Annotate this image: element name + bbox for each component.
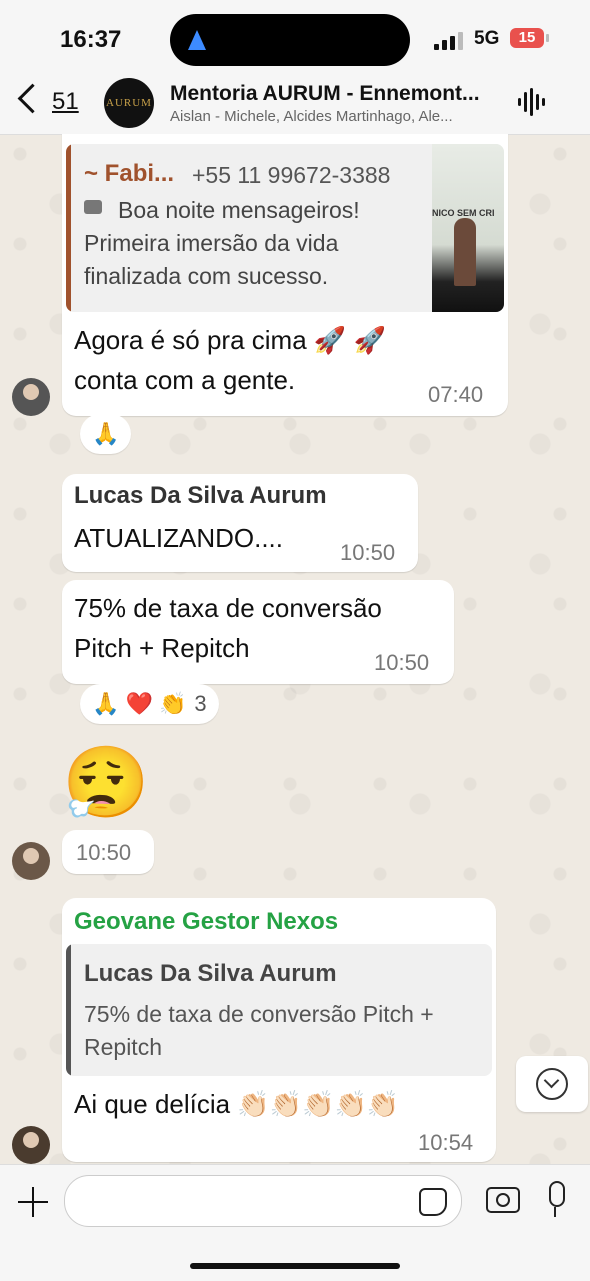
message-time: 10:50 — [76, 840, 132, 865]
message-sender: Lucas Da Silva Aurum — [74, 482, 327, 509]
message-time: 10:54 — [418, 1130, 474, 1155]
message-time: 07:40 — [428, 382, 484, 407]
quote-author: ~ Fabi... — [84, 160, 175, 187]
quoted-message[interactable]: Lucas Da Silva Aurum 75% de taxa de conv… — [66, 944, 492, 1076]
quoted-photo-thumbnail: NICO SEM CRI — [432, 144, 504, 312]
chat-header: 51 AURUM Mentoria AURUM - Ennemont... Ai… — [0, 70, 590, 135]
quote-author: Lucas Da Silva Aurum — [84, 960, 337, 987]
message-text: 75% de taxa de conversão — [74, 593, 382, 623]
back-button[interactable]: 51 — [16, 82, 86, 122]
microphone-button[interactable] — [546, 1181, 565, 1217]
audio-call-button[interactable] — [518, 88, 548, 116]
status-bar: 16:37 5G 15 — [0, 0, 590, 80]
sender-avatar[interactable] — [12, 842, 50, 880]
sender-avatar[interactable] — [12, 1126, 50, 1164]
message-time: 10:50 — [340, 540, 396, 565]
chevron-down-icon — [536, 1068, 568, 1100]
message-sender: Geovane Gestor Nexos — [74, 908, 339, 935]
quote-phone: +55 11 99672-3388 — [192, 162, 391, 188]
reaction-badge[interactable]: 🙏 — [80, 414, 132, 454]
status-time: 16:37 — [60, 26, 122, 53]
navigation-arrow-icon — [188, 30, 206, 50]
sticker-icon[interactable] — [419, 1188, 447, 1216]
message-input[interactable] — [64, 1175, 462, 1227]
message-bubble[interactable]: Lucas Da Silva Aurum ATUALIZANDO.... 10:… — [62, 474, 418, 572]
group-avatar[interactable]: AURUM — [104, 78, 154, 128]
attach-button[interactable] — [16, 1185, 50, 1219]
sender-avatar[interactable] — [12, 378, 50, 416]
message-bubble[interactable]: 75% de taxa de conversão Pitch + Repitch… — [62, 580, 454, 684]
compose-bar — [0, 1164, 590, 1281]
message-bubble[interactable]: Geovane Gestor Nexos Lucas Da Silva Auru… — [62, 898, 496, 1162]
reaction-emoji: 🙏 — [92, 421, 120, 446]
large-emoji: 😮‍💨 — [62, 744, 150, 822]
quote-bar — [66, 944, 71, 1076]
emoji-time-bubble: 10:50 — [62, 830, 154, 874]
signal-icon — [434, 30, 466, 50]
quote-text: 75% de taxa de conversão Pitch + Repitch — [84, 1001, 434, 1060]
message-time: 10:50 — [374, 650, 430, 675]
chevron-left-icon — [17, 83, 48, 114]
quoted-photo-caption: NICO SEM CRI — [432, 208, 495, 218]
message-text: ATUALIZANDO.... — [74, 523, 283, 553]
emoji-message[interactable]: 😮‍💨 — [62, 740, 149, 826]
home-indicator — [190, 1263, 400, 1269]
quote-text: Boa noite mensageiros! Primeira imersão … — [84, 197, 360, 289]
camera-button[interactable] — [486, 1187, 520, 1213]
message-text: Ai que delícia 👏🏻👏🏻👏🏻👏🏻👏🏻 — [74, 1089, 400, 1119]
message-bubble[interactable]: ~ Fabi... +55 11 99672-3388 Boa noite me… — [62, 134, 508, 416]
message-text: Pitch + Repitch — [74, 633, 250, 663]
dynamic-island — [170, 14, 410, 66]
reaction-count: 3 — [194, 691, 207, 716]
scroll-to-bottom-button[interactable] — [516, 1056, 588, 1112]
message-text: conta com a gente. — [74, 365, 296, 395]
battery-icon: 15 — [510, 28, 549, 48]
message-text: Agora é só pra cima 🚀 🚀 — [74, 325, 386, 355]
reaction-emojis: 🙏 ❤️ 👏 — [92, 691, 187, 716]
quoted-message[interactable]: ~ Fabi... +55 11 99672-3388 Boa noite me… — [66, 144, 504, 312]
group-members[interactable]: Aislan - Michele, Alcides Martinhago, Al… — [170, 108, 500, 125]
reaction-badge[interactable]: 🙏 ❤️ 👏 3 — [80, 684, 219, 724]
unread-count: 51 — [52, 88, 79, 115]
group-title[interactable]: Mentoria AURUM - Ennemont... — [170, 82, 500, 106]
network-label: 5G — [474, 28, 500, 49]
quote-bar — [66, 144, 71, 312]
photo-person — [454, 218, 476, 286]
